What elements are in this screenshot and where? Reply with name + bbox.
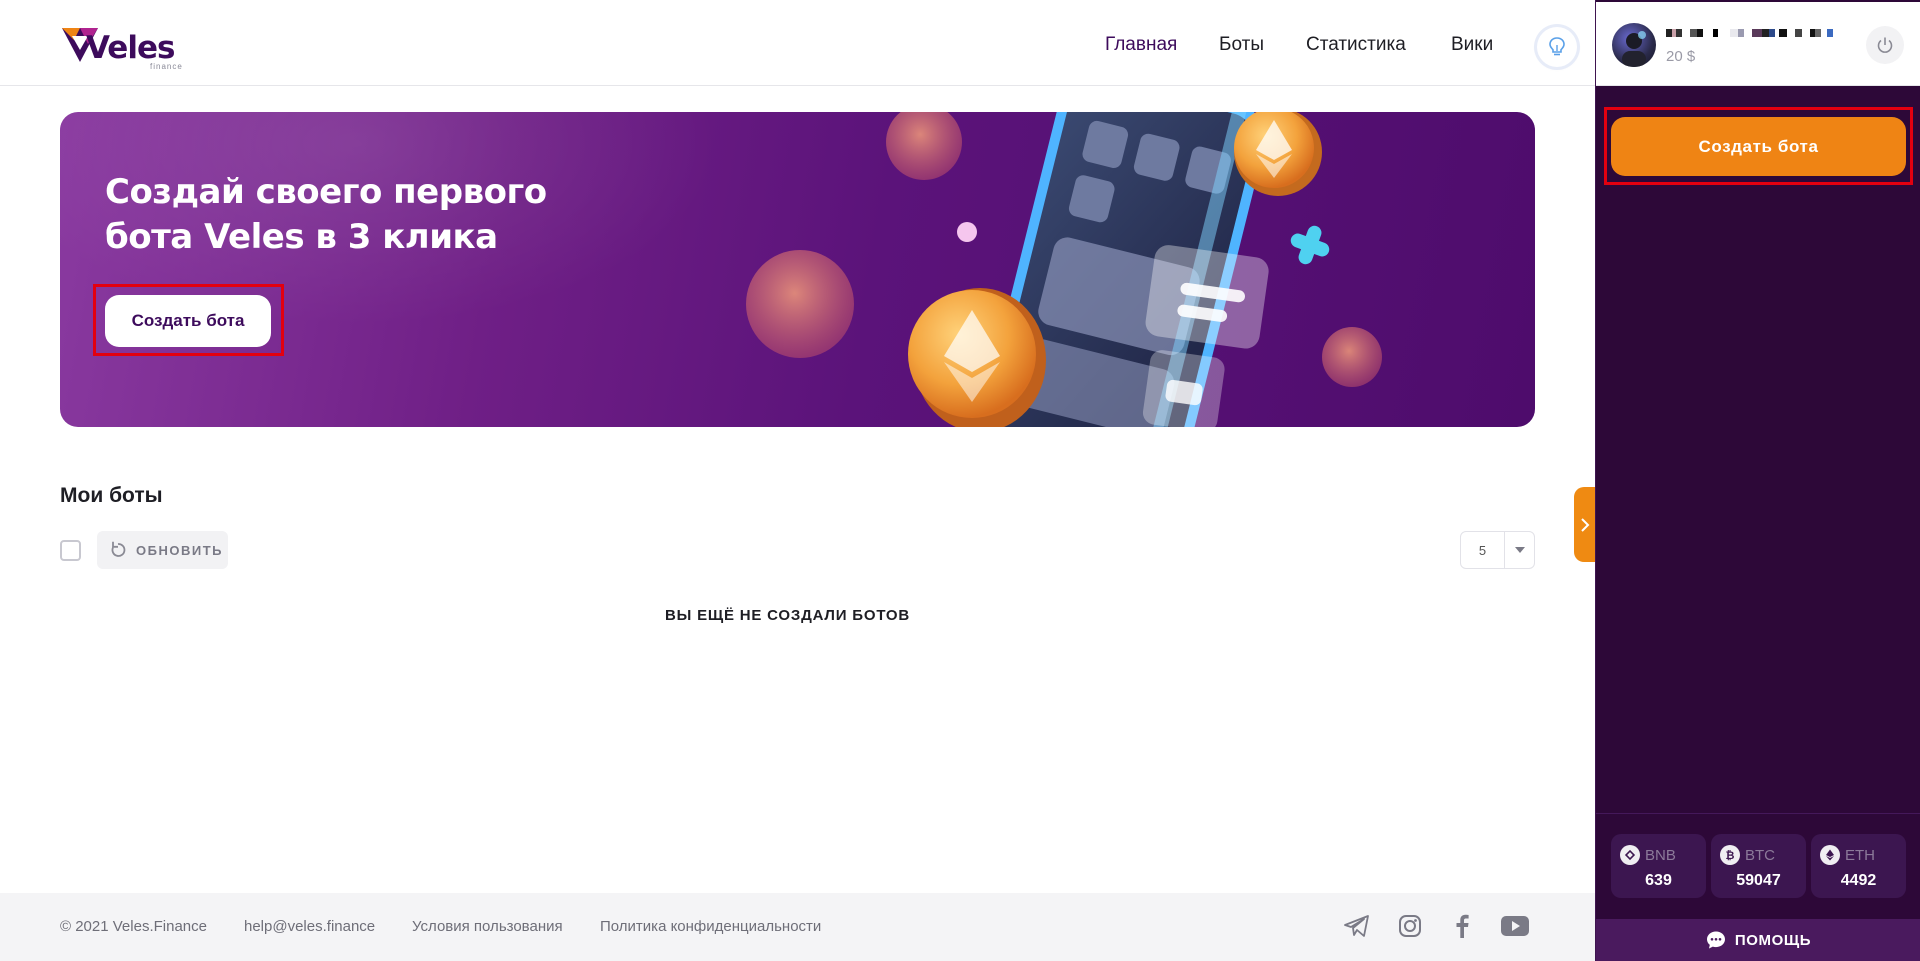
sidebar-create-bot-button[interactable]: Создать бота [1611,117,1906,176]
right-sidebar: 20 $ Создать бота BNB 639 ₿ BTC 59047 ET… [1595,0,1920,961]
coin-symbol-eth: ETH [1845,846,1875,864]
coin-price-bnb: 639 [1645,872,1672,889]
empty-bots-message: ВЫ ЕЩЁ НЕ СОЗДАЛИ БОТОВ [664,607,911,624]
sidebar-toggle-button[interactable] [1574,487,1596,562]
avatar[interactable] [1612,23,1656,67]
nav-home[interactable]: Главная [1105,34,1177,56]
per-page-select[interactable]: 5 [1460,531,1535,569]
avatar-image [1622,31,1646,67]
banner-create-bot-button[interactable]: Создать бота [105,295,271,347]
instagram-link[interactable] [1395,911,1425,941]
footer-email-link[interactable]: help@veles.finance [244,918,375,935]
bnb-icon [1620,845,1640,865]
footer-privacy-link[interactable]: Политика конфиденциальности [600,918,821,935]
coin-header-bnb: BNB [1620,845,1676,865]
telegram-link[interactable] [1342,911,1372,941]
youtube-icon [1501,916,1529,936]
coin-card-bnb: BNB 639 [1611,834,1706,898]
refresh-label: ОБНОВИТЬ [136,542,223,558]
chevron-right-icon [1581,517,1590,532]
footer-copyright: © 2021 Veles.Finance [60,918,207,935]
main-content: Veles finance Главная Боты Статистика Ви… [0,0,1596,961]
coin-card-btc: ₿ BTC 59047 [1711,834,1806,898]
app-window: Veles finance Главная Боты Статистика Ви… [0,0,1920,961]
caret-down-icon [1514,547,1525,553]
tips-button[interactable] [1537,27,1577,67]
nav-statistics[interactable]: Статистика [1306,34,1406,56]
top-header: Veles finance Главная Боты Статистика Ви… [0,2,1595,86]
telegram-icon [1344,915,1369,937]
footer: © 2021 Veles.Finance help@veles.finance … [0,893,1595,961]
nav-bots[interactable]: Боты [1219,34,1264,56]
svg-text:₿: ₿ [1726,849,1735,861]
coin-price-btc: 59047 [1736,872,1781,889]
power-icon [1877,37,1893,53]
coin-symbol-btc: BTC [1745,846,1775,864]
coin-card-eth: ETH 4492 [1811,834,1906,898]
logo-subtitle: finance [150,62,183,71]
lightbulb-icon [1549,37,1565,56]
footer-terms-link[interactable]: Условия пользования [412,918,563,935]
facebook-link[interactable] [1447,911,1477,941]
help-label: ПОМОЩЬ [1734,931,1812,949]
sidebar-divider [1596,813,1920,814]
select-all-checkbox[interactable] [60,540,81,561]
refresh-icon [111,541,126,557]
banner-title: Создай своего первого бота Veles в 3 кли… [105,170,625,260]
coin-header-eth: ETH [1820,845,1875,865]
username-obscured [1666,24,1861,38]
user-balance: 20 $ [1666,48,1696,65]
per-page-value: 5 [1461,532,1505,568]
facebook-icon [1456,914,1469,938]
nav-wiki[interactable]: Вики [1451,34,1493,56]
youtube-link[interactable] [1500,911,1530,941]
coin-symbol-bnb: BNB [1645,846,1676,864]
chat-bubble-icon [1706,931,1725,949]
veles-logo[interactable]: Veles finance [60,22,182,72]
promo-banner: Создай своего первого бота Veles в 3 кли… [60,112,1535,427]
per-page-dropdown[interactable] [1505,532,1534,568]
logo-wordmark: Veles [86,30,175,66]
coin-price-eth: 4492 [1840,872,1877,889]
banner-title-line-2: бота Veles в 3 клика [105,217,498,257]
banner-title-line-1: Создай своего первого [105,172,547,212]
my-bots-title: Мои боты [60,484,163,507]
help-button[interactable]: ПОМОЩЬ [1596,919,1920,961]
logout-button[interactable] [1866,26,1904,64]
eth-icon [1820,845,1840,865]
instagram-icon [1399,915,1421,937]
banner-illustration [746,112,1382,427]
refresh-button[interactable]: ОБНОВИТЬ [97,531,228,569]
user-panel: 20 $ [1596,2,1920,86]
coin-header-btc: ₿ BTC [1720,845,1775,865]
btc-icon: ₿ [1720,845,1740,865]
